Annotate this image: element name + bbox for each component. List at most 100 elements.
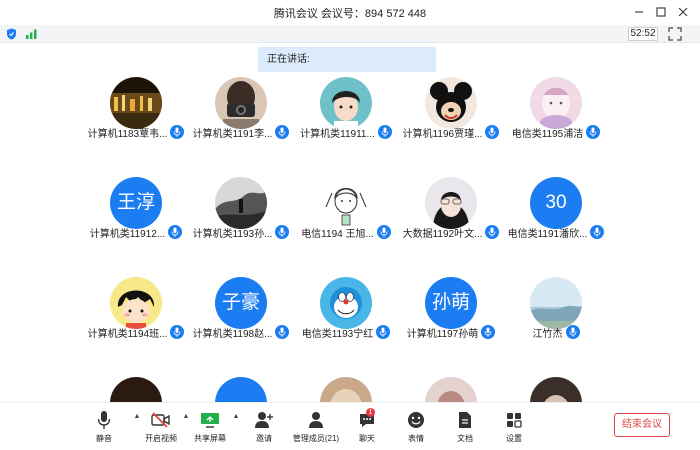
share-screen-icon	[201, 413, 219, 428]
smiley-icon	[408, 412, 424, 428]
minimize-icon[interactable]	[630, 3, 648, 21]
participant-tile[interactable]: 计算机1183覃韦...	[83, 72, 189, 162]
chat-button[interactable]: 1 聊天	[355, 408, 379, 447]
participant-mic-icon[interactable]	[275, 325, 290, 339]
bottom-toolbar: 静音 ▲ 开启视频 ▲ 共享屏幕 ▲ 邀请 管理成员(21) 1 聊天 表情 文…	[0, 402, 700, 450]
participant-mic-icon[interactable]	[170, 325, 185, 339]
participant-mic-icon[interactable]	[485, 225, 500, 239]
participant-mic-icon[interactable]	[590, 225, 605, 239]
participant-mic-icon[interactable]	[168, 225, 183, 239]
window-title: 腾讯会议 会议号：894 572 448	[273, 8, 427, 20]
document-icon	[459, 412, 471, 428]
participant-avatar	[215, 77, 267, 129]
security-shield-icon[interactable]	[6, 28, 17, 40]
participant-name: 江竹杰	[532, 328, 563, 340]
participant-avatar	[530, 77, 582, 129]
participant-tile[interactable]: 计算机1196贾瑾...	[398, 72, 504, 162]
settings-label: 设置	[506, 434, 522, 443]
participant-mic-icon[interactable]	[485, 125, 500, 139]
participant-name: 大数据1192叶文...	[402, 228, 483, 240]
participant-tile[interactable]: 电信1194 王旭...	[293, 172, 399, 262]
video-label: 开启视频	[145, 434, 177, 443]
participant-mic-icon[interactable]	[376, 325, 391, 339]
start-video-button[interactable]: 开启视频	[142, 409, 180, 447]
participant-tile[interactable]: 子豪 计算机类1198赵...	[188, 272, 294, 362]
participant-grid: 计算机1183覃韦... 计算机类1191李... 计算机类11911... 计算机1…	[0, 72, 700, 402]
share-options-caret-icon[interactable]: ▲	[232, 413, 240, 421]
participant-tile[interactable]	[503, 372, 609, 402]
participant-name: 电信1194 王旭...	[301, 228, 374, 240]
participant-tile[interactable]: 电信类1193宁红	[293, 272, 399, 362]
participant-avatar: 子豪	[215, 277, 267, 329]
participant-mic-icon[interactable]	[565, 325, 580, 339]
info-bar: 52:52	[0, 25, 700, 43]
participant-name: 电信类1195浦洁	[511, 128, 584, 140]
participant-avatar	[425, 77, 477, 129]
participant-mic-icon[interactable]	[170, 125, 185, 139]
microphone-icon	[97, 411, 111, 429]
mute-button[interactable]: 静音	[88, 409, 120, 447]
participant-mic-icon[interactable]	[481, 325, 496, 339]
participant-name: 计算机1196贾瑾...	[402, 128, 483, 140]
invite-button[interactable]: 邀请	[250, 409, 278, 447]
participant-tile[interactable]: 计算机类1194班...	[83, 272, 189, 362]
participant-name: 电信类1193宁红	[301, 328, 374, 340]
participant-avatar	[320, 77, 372, 129]
participant-tile[interactable]: 大数据1192叶文...	[398, 172, 504, 262]
members-icon	[309, 412, 323, 428]
participant-tile[interactable]: 王淳 计算机类11912...	[83, 172, 189, 262]
participant-avatar	[425, 177, 477, 229]
participant-mic-icon[interactable]	[377, 125, 392, 139]
documents-button[interactable]: 文档	[453, 409, 477, 447]
chat-unread-badge: 1	[366, 408, 375, 417]
participant-tile[interactable]	[83, 372, 189, 402]
participant-tile[interactable]: 计算机类1193孙...	[188, 172, 294, 262]
settings-grid-icon	[507, 413, 522, 428]
participant-name: 计算机类11912...	[89, 228, 166, 240]
participant-tile[interactable]	[188, 372, 294, 402]
participant-tile[interactable]: 30 电信类1191潘欣...	[503, 172, 609, 262]
settings-button[interactable]: 设置	[502, 409, 526, 447]
participant-avatar	[110, 77, 162, 129]
participant-avatar: 30	[530, 177, 582, 229]
participant-tile[interactable]	[398, 372, 504, 402]
participant-tile[interactable]	[293, 372, 399, 402]
participant-mic-icon[interactable]	[275, 125, 290, 139]
share-label: 共享屏幕	[194, 434, 226, 443]
participant-mic-icon[interactable]	[586, 125, 601, 139]
audio-options-caret-icon[interactable]: ▲	[133, 413, 141, 421]
network-signal-icon[interactable]	[26, 29, 38, 39]
invite-label: 邀请	[256, 434, 272, 443]
participant-tile[interactable]: 计算机类11911...	[293, 72, 399, 162]
speaking-indicator: 正在讲话:	[258, 47, 436, 72]
participant-name: 计算机1197孙萌	[406, 328, 479, 340]
participant-mic-icon[interactable]	[275, 225, 290, 239]
end-meeting-button[interactable]: 结束会议	[614, 413, 670, 437]
close-icon[interactable]	[674, 3, 692, 21]
video-options-caret-icon[interactable]: ▲	[182, 413, 190, 421]
chat-label: 聊天	[359, 434, 375, 443]
reaction-button[interactable]: 表情	[404, 409, 428, 447]
participant-avatar	[530, 377, 582, 402]
meeting-window: 腾讯会议 会议号：894 572 448 52:52 正在讲话: 计算机1183…	[0, 0, 700, 450]
participant-mic-icon[interactable]	[376, 225, 391, 239]
add-user-icon	[255, 412, 273, 428]
participant-name: 计算机类1194班...	[87, 328, 168, 340]
participant-tile[interactable]: 计算机类1191李...	[188, 72, 294, 162]
participant-avatar	[320, 377, 372, 402]
participant-avatar	[215, 377, 267, 402]
meeting-timer: 52:52	[628, 27, 658, 41]
participant-name: 计算机类1198赵...	[192, 328, 273, 340]
share-screen-button[interactable]: 共享屏幕	[192, 409, 228, 447]
manage-members-button[interactable]: 管理成员(21)	[290, 409, 342, 447]
participant-name: 计算机1183覃韦...	[87, 128, 168, 140]
fullscreen-icon[interactable]	[668, 27, 682, 41]
participant-avatar	[320, 277, 372, 329]
maximize-icon[interactable]	[652, 3, 670, 21]
participant-name: 计算机类11911...	[300, 128, 375, 140]
participant-tile[interactable]: 孙萌 计算机1197孙萌	[398, 272, 504, 362]
participant-avatar	[215, 177, 267, 229]
participant-tile[interactable]: 江竹杰	[503, 272, 609, 362]
reaction-label: 表情	[408, 434, 424, 443]
participant-tile[interactable]: 电信类1195浦洁	[503, 72, 609, 162]
